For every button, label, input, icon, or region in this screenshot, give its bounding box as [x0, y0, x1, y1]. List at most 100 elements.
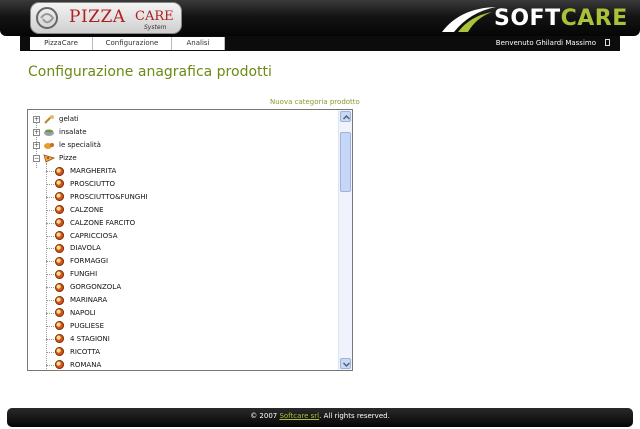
pizza-icon [55, 347, 64, 357]
tree-branch-line [46, 248, 54, 250]
tree-branch-line [46, 325, 54, 327]
tree-item-label: NAPOLI [70, 308, 96, 317]
tree-item-pizza[interactable]: CAPRICCIOSA [55, 230, 118, 242]
tab-pizzacare[interactable]: PizzaCare [30, 37, 93, 50]
tree-item-pizza[interactable]: ROMANA [55, 359, 101, 371]
tree-item-label: PROSCIUTTO&FUNGHI [70, 192, 148, 201]
tree-branch-line [46, 274, 54, 276]
tree-item-pizza[interactable]: CALZONE FARCITO [55, 217, 135, 229]
collapse-icon[interactable]: − [33, 154, 40, 162]
tree-branch-line [46, 171, 54, 172]
scroll-thumb[interactable] [340, 132, 351, 192]
tree-category-label: Pizze [59, 154, 77, 162]
pizza-icon [55, 321, 64, 331]
tree-item-label: ROMANA [70, 360, 102, 369]
brand-soft-text: SOFT [494, 6, 561, 31]
copyright-prefix: © 2007 [250, 412, 280, 420]
tree-branch-line [46, 338, 54, 340]
tree-item-pizza[interactable]: FORMAGGI [55, 255, 108, 267]
tree-category-insalate[interactable]: + insalate [33, 126, 87, 138]
tree-item-pizza[interactable]: MARGHERITA [55, 165, 116, 177]
pizza-icon [55, 166, 64, 176]
pizza-icon [55, 231, 64, 240]
tree-item-pizza[interactable]: NAPOLI [55, 307, 96, 319]
tree-item-label: FORMAGGI [70, 257, 109, 266]
logout-icon[interactable] [605, 39, 610, 46]
brand-care-text: CARE [560, 6, 628, 31]
tree-category-pizze[interactable]: − Pizze [33, 152, 77, 164]
tree-item-label: FUNGHI [70, 270, 98, 279]
pizza-icon [55, 218, 64, 228]
tree-item-label: MARGHERITA [70, 167, 117, 175]
tree-branch-line [46, 222, 54, 224]
tree-item-label: MARINARA [70, 296, 108, 304]
expand-icon[interactable]: + [33, 115, 40, 123]
tree-item-pizza[interactable]: RICOTTA [55, 346, 100, 358]
softcare-swoosh-icon [442, 7, 496, 32]
tree-branch-line [46, 209, 54, 211]
pizza-icon [55, 192, 64, 202]
tab-analisi[interactable]: Analisi [172, 37, 225, 50]
tree-item-pizza[interactable]: DIAVOLA [55, 242, 101, 254]
tree-item-pizza[interactable]: PUGLIESE [55, 320, 104, 332]
tree-item-pizza[interactable]: PROSCIUTTO&FUNGHI [55, 191, 148, 203]
copyright-text: © 2007 Softcare srl. All rights reserved… [0, 412, 640, 420]
tree-item-pizza[interactable]: CALZONE [55, 204, 104, 216]
scroll-up-button[interactable] [340, 111, 351, 122]
product-tree-panel: + gelati + insalate + le specialità − Pi… [27, 109, 353, 371]
tree-branch-line [46, 183, 54, 185]
tree-branch-line [46, 261, 54, 263]
tree-item-label: PUGLIESE [70, 321, 105, 330]
tree-branch-line [46, 351, 54, 353]
tree-item-label: CALZONE [70, 205, 104, 214]
pizza-icon [55, 205, 64, 215]
tree-branch-line [46, 196, 54, 198]
tree-item-label: CAPRICCIOSA [70, 231, 118, 240]
header-bar: PIZZA CARE System SOFTCARE [0, 0, 640, 36]
ice-cream-icon [44, 114, 54, 124]
pizza-icon [55, 360, 64, 369]
pizza-icon [55, 269, 64, 279]
logo-pizza-text: PIZZA [69, 7, 126, 27]
tree-item-label: GORGONZOLA [70, 283, 122, 292]
expand-icon[interactable]: + [33, 141, 40, 149]
tree-item-pizza[interactable]: FUNGHI [55, 268, 97, 280]
tree-item-pizza[interactable]: GORGONZOLA [55, 281, 121, 293]
pizza-icon [55, 243, 64, 253]
pizza-slice-icon [43, 153, 55, 163]
tree-category-le-specialita[interactable]: + le specialità [33, 139, 101, 151]
footer: © 2007 Softcare srl. All rights reserved… [0, 404, 640, 429]
tree-branch-line [46, 364, 54, 366]
welcome-text: Benvenuto Ghilardi Massimo [495, 39, 596, 47]
tree-item-label: RICOTTA [70, 347, 100, 356]
softcare-link[interactable]: Softcare srl [279, 412, 319, 420]
tab-configurazione[interactable]: Configurazione [93, 37, 172, 50]
pizzacare-logo[interactable]: PIZZA CARE System [30, 2, 182, 34]
tree-item-label: DIAVOLA [70, 244, 101, 253]
tree-scrollbar[interactable] [338, 110, 352, 370]
chevron-up-icon [342, 114, 351, 120]
specialty-icon [44, 142, 54, 149]
tree-item-pizza[interactable]: MARINARA [55, 294, 107, 306]
chevron-down-icon [342, 362, 351, 368]
tree-item-pizza[interactable]: 4 STAGIONI [55, 333, 110, 345]
header: PIZZA CARE System SOFTCARE PizzaCare Con… [0, 0, 640, 53]
tree-item-label: 4 STAGIONI [70, 334, 110, 343]
scroll-down-button[interactable] [340, 358, 351, 369]
tree-branch-line [46, 235, 54, 237]
product-tree: + gelati + insalate + le specialità − Pi… [28, 110, 339, 370]
tree-category-label: insalate [59, 128, 87, 136]
pizza-icon [55, 256, 64, 266]
nav-tabs: PizzaCare Configurazione Analisi [30, 37, 225, 50]
pizza-icon [55, 282, 64, 292]
pizza-icon [55, 295, 64, 305]
page-title: Configurazione anagrafica prodotti [28, 64, 272, 80]
logo-care-text: CARE [135, 9, 174, 24]
softcare-brand: SOFTCARE [494, 6, 628, 31]
new-category-link[interactable]: Nuova categoria prodotto [270, 98, 360, 106]
tree-item-pizza[interactable]: PROSCIUTTO [55, 178, 115, 190]
tree-category-gelati[interactable]: + gelati [33, 113, 79, 125]
copyright-suffix: . All rights reserved. [319, 412, 390, 420]
expand-icon[interactable]: + [33, 128, 40, 136]
tree-branch-line [46, 287, 54, 289]
